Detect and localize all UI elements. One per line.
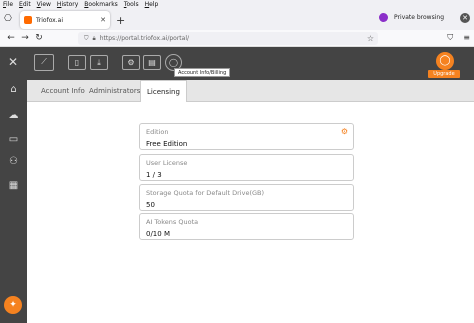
reports-icon[interactable]: ▦ [7,180,20,192]
user-license-label: User License [146,159,188,167]
edition-value: Free Edition [146,140,188,148]
bookmark-star-icon[interactable]: ☆ [367,34,374,43]
storage-quota-field: Storage Quota for Default Drive(GB) 50 [139,184,354,211]
edition-field: Edition Free Edition ⚙ [139,123,354,150]
extensions-icon[interactable]: ⛉ [447,33,453,43]
upgrade-button[interactable]: Upgrade [428,70,460,78]
user-license-field: User License 1 / 3 [139,154,354,181]
dashboard-chart-icon[interactable]: ⟋ [34,54,54,71]
tab-licensing[interactable]: Licensing [140,80,187,102]
menu-edit[interactable]: Edit [19,1,31,8]
menu-view[interactable]: View [37,1,51,8]
chat-icon[interactable]: ▭ [7,134,20,146]
triofox-logo-icon: ✦ [4,296,22,314]
storage-quota-value: 50 [146,201,155,209]
back-icon[interactable]: ← [4,33,18,43]
ai-tokens-label: AI Tokens Quota [146,218,199,226]
sidebar: ⌂ ☁ ▭ ⚇ ▦ [0,80,27,323]
tab-administrators[interactable]: Administrators [83,80,146,102]
edition-settings-icon[interactable]: ⚙ [341,127,348,136]
close-tab-icon[interactable]: ✕ [100,16,106,24]
storage-quota-label: Storage Quota for Default Drive(GB) [146,189,265,197]
lock-icon: 🔒︎ [92,34,96,42]
menu-tools[interactable]: Tools [124,1,139,8]
menu-help[interactable]: Help [145,1,159,8]
shield-icon: ⛉ [84,34,89,42]
url-bar[interactable]: ⛉ 🔒︎ https://portal.triofox.ai/portal/ ☆ [78,32,378,45]
user-license-value: 1 / 3 [146,171,162,179]
nav-bar: ← → ↻ ⛉ 🔒︎ https://portal.triofox.ai/por… [0,30,474,47]
menu-hamburger-icon[interactable]: ≡ [463,33,470,43]
tab-strip: ⎔ Triofox.ai ✕ + Private browsing ✕ [0,9,474,30]
menu-file[interactable]: File [3,1,13,8]
download-icon[interactable]: ⤓ [90,55,108,70]
license-icon[interactable]: ▤ [143,55,161,70]
url-text: https://portal.triofox.ai/portal/ [99,35,190,42]
ai-tokens-field: AI Tokens Quota 0/10 M [139,213,354,240]
account-billing-tooltip: Account Info/Billing [174,68,231,77]
window-close-icon[interactable]: ✕ [460,13,470,23]
reload-icon[interactable]: ↻ [32,33,46,43]
settings-gear-icon[interactable]: ⚙ [122,55,140,70]
browser-tab[interactable]: Triofox.ai ✕ [20,11,110,29]
home-icon[interactable]: ⌂ [7,84,20,96]
browser-tab-title: Triofox.ai [36,16,63,24]
content-tabs: Account Info Administrators Licensing [27,80,474,102]
edition-label: Edition [146,128,169,136]
new-tab-icon[interactable]: + [116,14,125,27]
app-header: ✕ ⟋ ▯ ⤓ ⚙ ▤ ◯ Account Info/Billing [0,47,474,80]
menu-history[interactable]: History [57,1,78,8]
users-icon[interactable]: ⚇ [7,156,20,168]
cloud-icon[interactable]: ☁ [7,110,20,122]
menu-bar: File Edit View History Bookmarks Tools H… [0,0,474,9]
menu-bookmarks[interactable]: Bookmarks [84,1,118,8]
private-indicator: Private browsing [379,13,444,22]
triofox-favicon-icon [24,16,32,24]
firefox-view-icon[interactable]: ⎔ [4,14,12,24]
close-icon[interactable]: ✕ [8,55,18,69]
forward-icon[interactable]: → [18,33,32,43]
user-avatar[interactable]: ◯ [436,52,454,70]
private-browsing-icon [379,13,389,22]
devices-icon[interactable]: ▯ [68,55,86,70]
ai-tokens-value: 0/10 M [146,230,170,238]
private-browsing-label: Private browsing [394,14,444,21]
